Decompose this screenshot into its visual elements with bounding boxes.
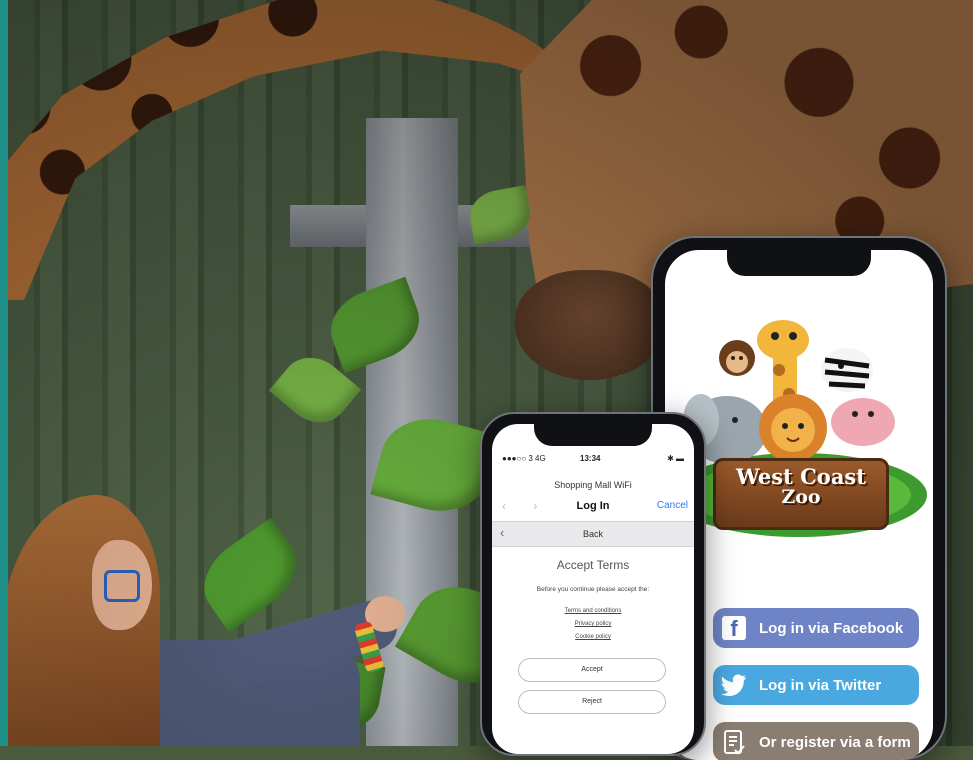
status-bar: ●●●○○ 3 4G 13:34 ✱ ▬: [492, 448, 694, 464]
wifi-terms-screen: ●●●○○ 3 4G 13:34 ✱ ▬ Shopping Mall WiFi …: [492, 424, 694, 754]
facebook-login-label: Log in via Facebook: [759, 619, 904, 637]
register-form-button[interactable]: Or register via a form: [713, 722, 919, 760]
terms-and-conditions-link[interactable]: Terms and conditions: [492, 608, 694, 614]
page-title: Accept Terms: [556, 558, 630, 572]
network-name: Shopping Mall WiFi: [554, 480, 632, 490]
terms-intro-text: Before you continue please accept the:: [536, 586, 650, 593]
back-label: Back: [582, 529, 603, 539]
back-bar[interactable]: ‹ Back: [492, 521, 694, 547]
facebook-icon: f: [721, 615, 747, 641]
zoo-logo-sign: West Coast Zoo: [713, 458, 889, 530]
privacy-policy-link[interactable]: Privacy policy: [492, 621, 694, 627]
register-form-label: Or register via a form: [759, 733, 911, 751]
phone-notch: [534, 424, 652, 446]
cancel-button[interactable]: Cancel: [657, 500, 688, 511]
accept-button[interactable]: Accept: [518, 658, 666, 682]
nav-bar: ‹ › Log In Cancel: [492, 496, 694, 518]
twitter-icon: [721, 672, 747, 698]
twitter-login-label: Log in via Twitter: [759, 676, 882, 694]
left-accent-strip: [0, 0, 8, 746]
phone-notch: [727, 248, 871, 276]
zoo-logo-title: West Coast: [736, 464, 866, 489]
battery-icon: ✱ ▬: [667, 454, 684, 463]
form-icon: [721, 729, 747, 755]
status-time: 13:34: [580, 454, 601, 463]
twitter-login-button[interactable]: Log in via Twitter: [713, 665, 919, 705]
signal-indicator: ●●●○○ 3 4G: [502, 454, 546, 463]
zoo-logo-subtitle: Zoo: [781, 486, 821, 508]
phone-wifi-terms: ●●●○○ 3 4G 13:34 ✱ ▬ Shopping Mall WiFi …: [480, 412, 706, 756]
cookie-policy-link[interactable]: Cookie policy: [492, 634, 694, 640]
facebook-login-button[interactable]: f Log in via Facebook: [713, 608, 919, 648]
reject-button[interactable]: Reject: [518, 690, 666, 714]
